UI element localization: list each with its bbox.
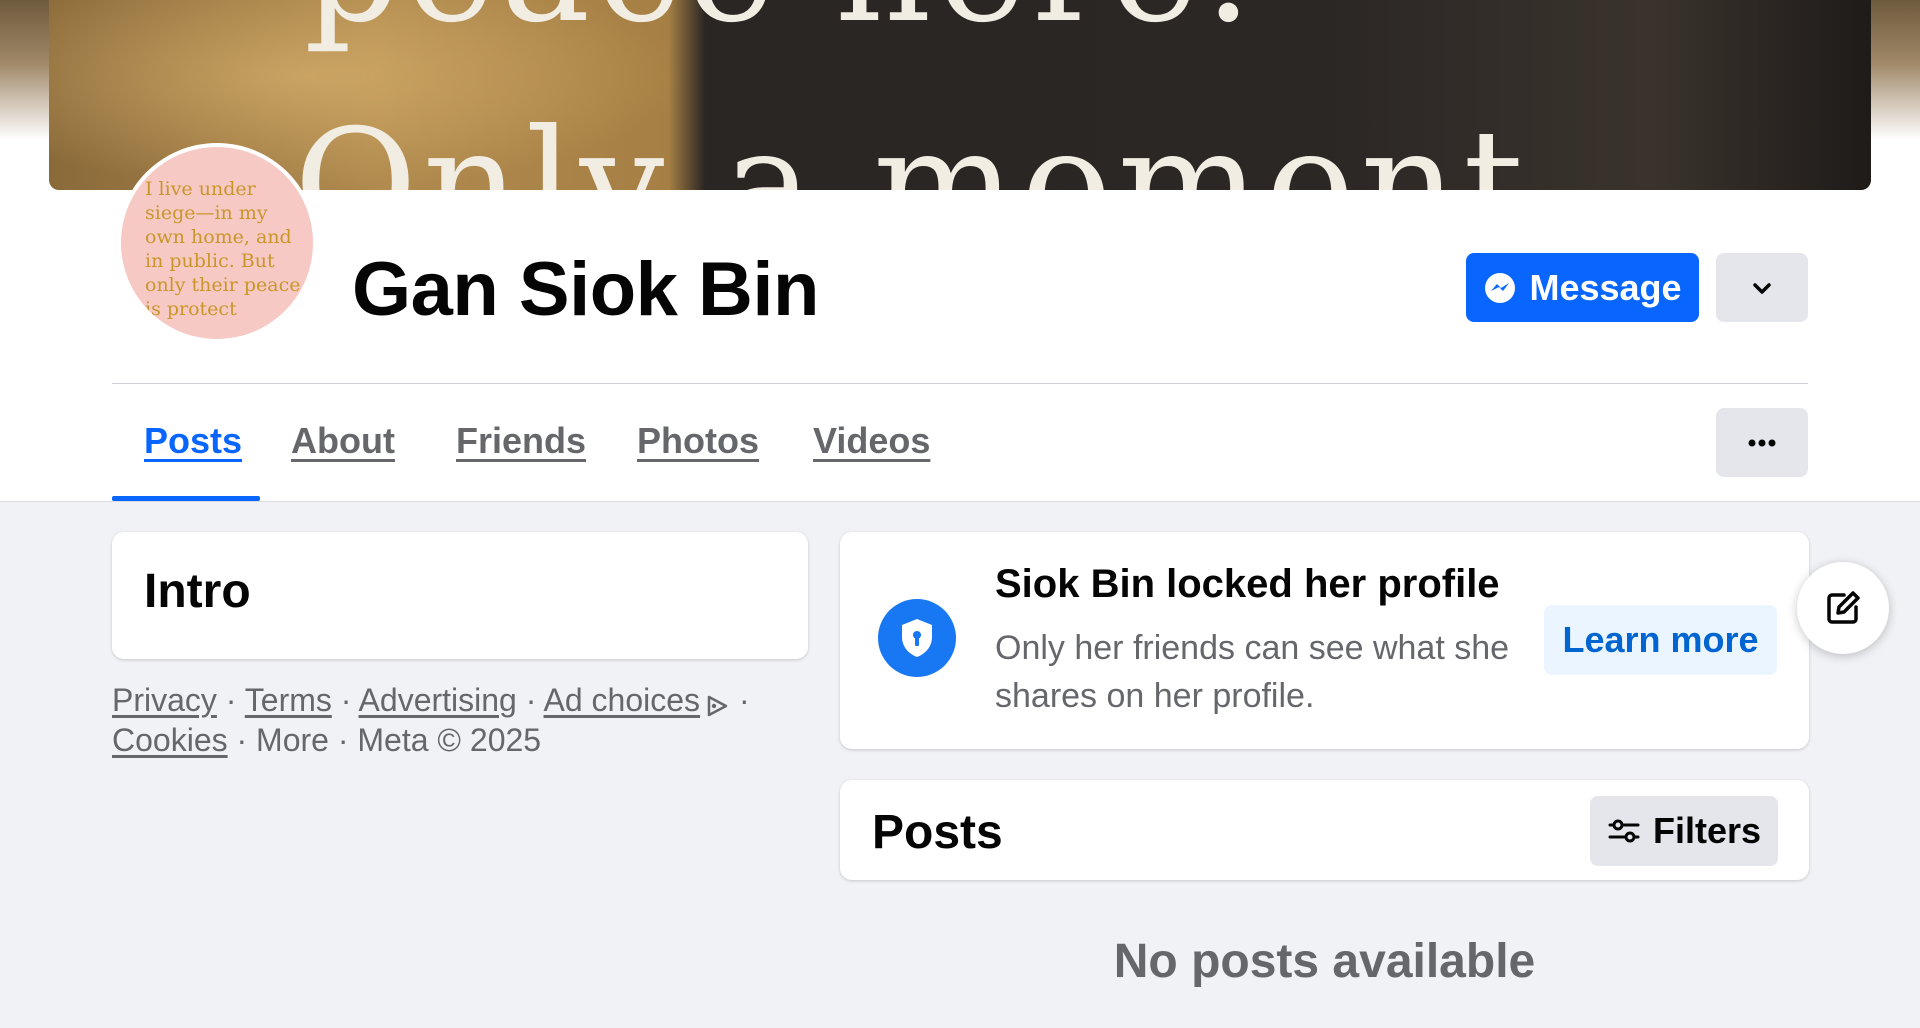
tab-about[interactable]: About	[291, 420, 395, 462]
footer-separator: ·	[225, 682, 237, 718]
messenger-icon	[1485, 272, 1516, 303]
posts-header-card: Posts Filters	[840, 780, 1809, 880]
tab-videos[interactable]: Videos	[813, 420, 930, 462]
learn-more-button[interactable]: Learn more	[1544, 605, 1777, 675]
footer-separator: ·	[340, 682, 352, 718]
footer-separator: ·	[738, 682, 750, 718]
edit-icon	[1827, 591, 1860, 624]
footer-separator: ·	[337, 722, 349, 758]
footer-terms-link[interactable]: Terms	[245, 682, 332, 718]
chevron-down-icon	[1753, 282, 1771, 294]
no-posts-message: No posts available	[1113, 935, 1536, 988]
header-divider	[112, 383, 1808, 384]
cover-photo[interactable]: peace here. Only a moment	[49, 0, 1871, 190]
intro-card: Intro	[112, 532, 808, 659]
profile-actions-dropdown[interactable]	[1716, 253, 1808, 322]
profile-name: Gan Siok Bin	[352, 247, 819, 332]
cover-text-line2: Only a moment	[294, 98, 1530, 190]
compose-button[interactable]	[1797, 562, 1889, 654]
footer-copyright: Meta © 2025	[357, 722, 542, 758]
tab-photos[interactable]: Photos	[637, 420, 759, 462]
avatar-image: I live under siege—in my own home, and i…	[121, 147, 313, 339]
locked-profile-description: Only her friends can see what she shares…	[995, 629, 1510, 715]
locked-profile-title: Siok Bin locked her profile	[995, 562, 1500, 606]
tab-friends[interactable]: Friends	[456, 420, 586, 462]
footer-separator: ·	[525, 682, 537, 718]
footer-more-link[interactable]: More	[256, 722, 329, 758]
filters-button[interactable]: Filters	[1590, 796, 1778, 866]
intro-title: Intro	[144, 565, 251, 618]
avatar-image-text: I live under siege—in my own home, and i…	[145, 178, 301, 320]
footer-advertising-link[interactable]: Advertising	[359, 682, 517, 718]
footer-ad-choices-link[interactable]: Ad choices	[544, 682, 701, 718]
posts-title: Posts	[872, 806, 1003, 859]
shield-lock-icon	[878, 599, 956, 677]
cover-text-line1: peace here.	[304, 0, 1258, 56]
active-tab-indicator	[112, 496, 260, 501]
message-button[interactable]: Message	[1466, 253, 1699, 322]
footer-cookies-link[interactable]: Cookies	[112, 722, 228, 758]
locked-profile-card: Siok Bin locked her profile Only her fri…	[840, 532, 1809, 749]
footer-links: Privacy · Terms · Advertising · Ad choic…	[112, 680, 752, 760]
profile-avatar[interactable]: I live under siege—in my own home, and i…	[117, 143, 317, 343]
tab-posts[interactable]: Posts	[144, 420, 242, 462]
more-dots-icon	[1748, 439, 1776, 446]
footer-separator: ·	[236, 722, 248, 758]
ad-choices-icon[interactable]	[704, 693, 730, 719]
footer-privacy-link[interactable]: Privacy	[112, 682, 217, 718]
more-options-button[interactable]	[1716, 408, 1808, 477]
filters-button-label: Filters	[1652, 810, 1762, 851]
filters-icon	[1608, 819, 1640, 843]
message-button-label: Message	[1529, 266, 1682, 308]
